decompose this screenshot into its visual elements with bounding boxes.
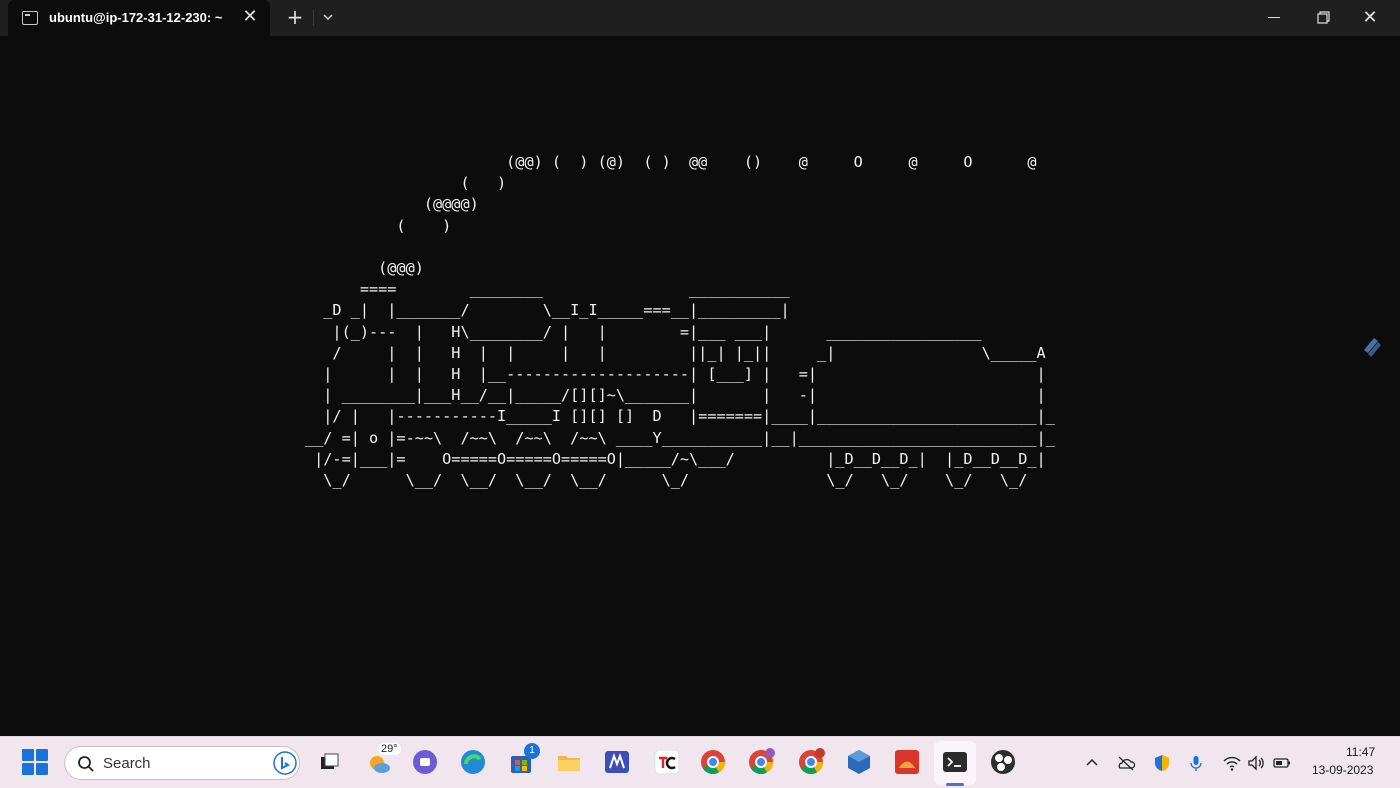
terminal-area[interactable]: (@@) ( ) (@) ( ) @@ () @ O @ O @ ( ) (@@… <box>0 36 1400 736</box>
battery-icon[interactable] <box>1272 753 1292 773</box>
search-placeholder: Search <box>103 755 151 772</box>
title-bar: ubuntu@ip-172-31-12-230: ~ ✕ + ✕ <box>0 0 1400 36</box>
app-m-icon[interactable] <box>602 747 632 777</box>
windows-terminal-icon[interactable] <box>940 747 970 777</box>
teams-chat-icon[interactable] <box>410 747 440 777</box>
microsoft-store-icon[interactable]: 1 <box>506 743 540 777</box>
copilot-side-icon[interactable] <box>1358 332 1386 360</box>
app-tc-icon[interactable] <box>652 747 682 777</box>
search-icon <box>77 755 95 773</box>
onedrive-icon[interactable] <box>1116 753 1136 773</box>
chrome-profile-locked-icon[interactable] <box>746 747 776 777</box>
tab-title: ubuntu@ip-172-31-12-230: ~ <box>49 10 223 25</box>
bing-icon[interactable] <box>273 751 297 775</box>
tab-divider <box>313 10 314 26</box>
chevron-down-icon[interactable] <box>318 7 338 27</box>
chrome-profile-v-icon[interactable] <box>796 747 826 777</box>
search-box[interactable]: Search <box>64 746 300 780</box>
security-shield-icon[interactable] <box>1152 753 1172 773</box>
app-64-icon[interactable] <box>892 747 922 777</box>
task-view-icon[interactable] <box>314 747 344 777</box>
chevron-up-icon[interactable] <box>1082 753 1102 773</box>
close-button[interactable]: ✕ <box>1352 0 1388 36</box>
restore-button[interactable] <box>1306 0 1342 36</box>
clock-time[interactable]: 11:47 <box>1346 745 1375 759</box>
tab-close-button[interactable]: ✕ <box>240 7 260 27</box>
microphone-icon[interactable] <box>1186 753 1206 773</box>
store-notification-badge: 1 <box>524 743 540 759</box>
restore-icon <box>1317 11 1330 24</box>
sl-train-ascii-art: (@@) ( ) (@) ( ) @@ () @ O @ O @ ( ) (@@… <box>305 153 1055 490</box>
obs-studio-icon[interactable] <box>988 747 1018 777</box>
chrome-icon[interactable] <box>698 747 728 777</box>
weather-temperature: 29° <box>378 743 401 755</box>
volume-icon[interactable] <box>1246 753 1266 773</box>
file-explorer-icon[interactable] <box>554 747 584 777</box>
taskbar: Search 29° 1 11:47 13-09-2023 <box>0 736 1400 788</box>
wifi-icon[interactable] <box>1222 753 1242 773</box>
new-tab-button[interactable]: + <box>284 6 306 28</box>
windows-start-button[interactable] <box>22 749 48 775</box>
active-app-indicator <box>946 783 964 786</box>
edge-browser-icon[interactable] <box>458 747 488 777</box>
terminal-tab[interactable]: ubuntu@ip-172-31-12-230: ~ ✕ <box>8 0 270 36</box>
minimize-button[interactable] <box>1256 0 1292 36</box>
virtualbox-icon[interactable] <box>844 747 874 777</box>
clock-date[interactable]: 13-09-2023 <box>1312 763 1373 777</box>
terminal-icon <box>22 11 38 25</box>
